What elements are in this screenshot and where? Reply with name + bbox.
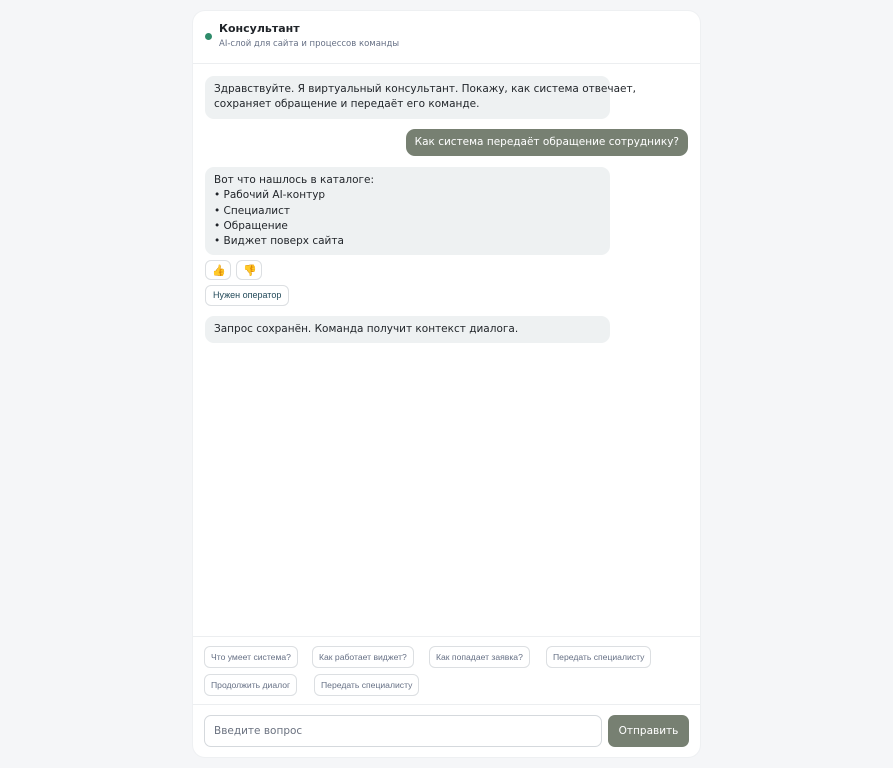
online-status-icon — [205, 33, 212, 40]
chat-title: Консультант — [219, 22, 300, 35]
quick-replies: Что умеет система? Как работает виджет? … — [193, 636, 700, 706]
message-line: сохраняет обращение и передаёт его коман… — [214, 98, 480, 111]
composer: Отправить — [193, 704, 700, 757]
request-operator-button[interactable]: Нужен оператор — [205, 285, 290, 306]
bot-message: Вот что нашлось в каталоге: • Рабочий AI… — [205, 167, 610, 256]
message-line: Запрос сохранён. Команда получит контекс… — [214, 323, 519, 335]
quick-reply-chip[interactable]: Передать специалисту — [314, 674, 420, 696]
bot-message: Здравствуйте. Я виртуальный консультант.… — [205, 76, 636, 119]
message-line: • Обращение — [214, 219, 288, 232]
message-line: Как система передаёт обращение сотрудник… — [414, 136, 679, 148]
chat-subtitle: AI-слой для сайта и процессов команды — [219, 39, 400, 49]
send-button[interactable]: Отправить — [608, 715, 689, 747]
message-line: • Специалист — [214, 204, 291, 217]
quick-reply-chip[interactable]: Что умеет система? — [204, 646, 298, 668]
chat-widget: Консультант AI-слой для сайта и процессо… — [193, 11, 700, 757]
quick-reply-chip[interactable]: Как попадает заявка? — [429, 646, 530, 668]
quick-reply-chip[interactable]: Как работает виджет? — [312, 646, 414, 668]
message-line: • Рабочий AI-контур — [214, 189, 326, 202]
message-line: Здравствуйте. Я виртуальный консультант.… — [214, 83, 636, 95]
thumbs-down-icon[interactable]: 👎 — [236, 260, 262, 280]
question-input[interactable] — [204, 715, 602, 747]
message-line: • Виджет поверх сайта — [214, 235, 344, 248]
thumbs-up-icon[interactable]: 👍 — [205, 260, 231, 280]
quick-reply-chip[interactable]: Продолжить диалог — [204, 674, 298, 696]
bot-message: Запрос сохранён. Команда получит контекс… — [205, 316, 610, 344]
user-message: Как система передаёт обращение сотрудник… — [405, 129, 688, 157]
chat-header: Консультант AI-слой для сайта и процессо… — [193, 11, 700, 64]
message-line: Вот что нашлось в каталоге: — [214, 174, 375, 186]
quick-reply-chip[interactable]: Передать специалисту — [546, 646, 652, 668]
